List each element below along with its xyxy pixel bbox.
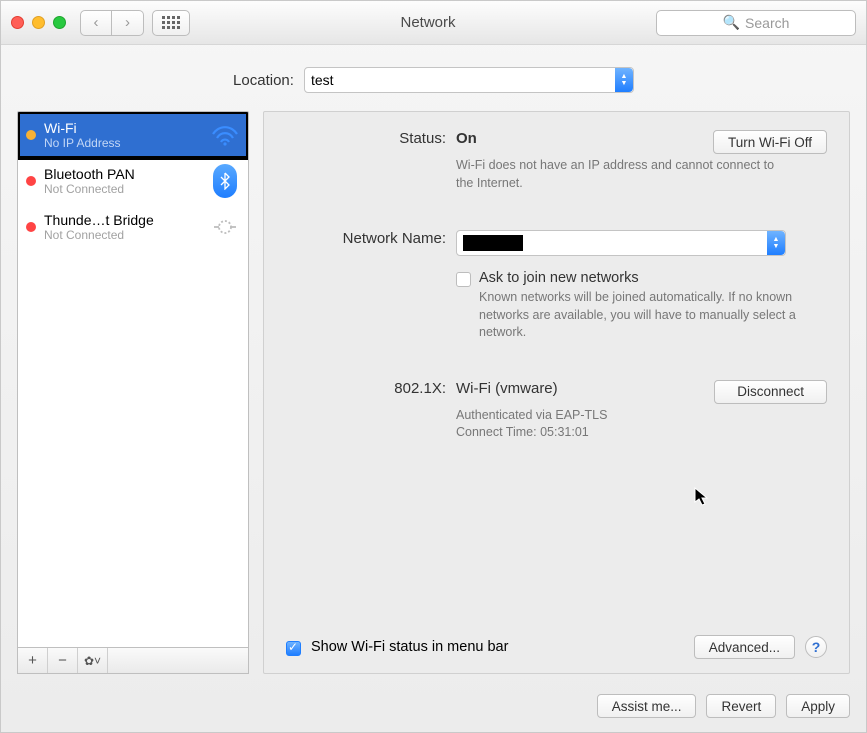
status-field: Status: On Turn Wi-Fi Off Wi-Fi does not… [286,130,827,192]
service-name: Bluetooth PAN [44,166,202,182]
close-window-button[interactable] [11,16,24,29]
service-bluetooth-pan[interactable]: Bluetooth PAN Not Connected [18,158,248,204]
network-preferences-window: ‹ › Network 🔍 Search Location: test ▲▼ [0,0,867,733]
search-input[interactable]: 🔍 Search [656,10,856,36]
service-status: No IP Address [44,136,202,150]
chevron-left-icon: ‹ [94,14,99,31]
back-button[interactable]: ‹ [80,10,112,36]
status-dot-orange [26,130,36,140]
window-controls [11,16,66,29]
status-dot-red [26,176,36,186]
remove-service-button[interactable]: − [48,648,78,673]
service-list: Wi-Fi No IP Address Bluetooth PAN Not Co… [17,111,249,648]
apply-button[interactable]: Apply [786,694,850,718]
network-name-redacted [463,235,523,251]
service-status: Not Connected [44,182,202,196]
advanced-button[interactable]: Advanced... [694,635,795,659]
dot1x-auth-text: Authenticated via EAP-TLS [456,407,776,425]
help-button[interactable]: ? [805,636,827,658]
ask-to-join-subtext: Known networks will be joined automatica… [479,289,799,342]
dot1x-label: 802.1X: [286,380,456,442]
revert-button[interactable]: Revert [706,694,776,718]
stepper-icon: ▲▼ [767,231,785,255]
body: Wi-Fi No IP Address Bluetooth PAN Not Co… [17,111,850,674]
bluetooth-icon [210,166,240,196]
location-select[interactable]: test ▲▼ [304,67,634,93]
disconnect-button[interactable]: Disconnect [714,380,827,404]
service-name: Wi-Fi [44,120,202,136]
add-service-button[interactable]: + [18,648,48,673]
status-label: Status: [286,130,456,192]
thunderbolt-icon [210,212,240,242]
wifi-toggle-button[interactable]: Turn Wi-Fi Off [713,130,827,154]
grid-icon [162,16,180,29]
content: Location: test ▲▼ Wi-Fi No IP Address [1,45,866,684]
minimize-window-button[interactable] [32,16,45,29]
ask-to-join-label: Ask to join new networks [479,270,639,286]
status-subtext: Wi-Fi does not have an IP address and ca… [456,157,776,192]
ask-to-join-row: Ask to join new networks Known networks … [456,270,827,342]
show-status-label: Show Wi-Fi status in menu bar [311,639,508,655]
location-value: test [311,72,334,88]
forward-button[interactable]: › [112,10,144,36]
network-name-label: Network Name: [286,230,456,342]
main-bottom-bar: Show Wi-Fi status in menu bar Advanced..… [286,635,827,659]
status-dot-red [26,222,36,232]
dot1x-time-text: Connect Time: 05:31:01 [456,424,776,442]
show-all-button[interactable] [152,10,190,36]
service-status: Not Connected [44,228,202,242]
titlebar: ‹ › Network 🔍 Search [1,1,866,45]
zoom-window-button[interactable] [53,16,66,29]
wifi-icon [210,120,240,150]
chevron-right-icon: › [125,14,130,31]
network-name-field: Network Name: ▲▼ Ask to join new network… [286,230,827,342]
cursor-icon [694,487,710,507]
status-value: On [456,130,477,147]
search-placeholder: Search [745,15,789,31]
network-name-select[interactable]: ▲▼ [456,230,786,256]
window-title: Network [200,14,656,31]
service-toolbar: + − ✿˅ [17,648,249,674]
search-icon: 🔍 [723,14,740,31]
show-status-checkbox[interactable] [286,641,301,656]
location-row: Location: test ▲▼ [17,67,850,93]
services-sidebar: Wi-Fi No IP Address Bluetooth PAN Not Co… [17,111,249,674]
nav-segment: ‹ › [80,10,144,36]
location-label: Location: [233,72,294,89]
main-panel: Status: On Turn Wi-Fi Off Wi-Fi does not… [263,111,850,674]
ask-to-join-checkbox[interactable] [456,272,471,287]
assist-me-button[interactable]: Assist me... [597,694,697,718]
service-wifi[interactable]: Wi-Fi No IP Address [18,112,248,158]
dot1x-value: Wi-Fi (vmware) [456,380,558,397]
dot1x-field: 802.1X: Wi-Fi (vmware) Disconnect Authen… [286,380,827,442]
service-name: Thunde…t Bridge [44,212,202,228]
service-actions-button[interactable]: ✿˅ [78,648,108,673]
stepper-icon: ▲▼ [615,68,633,92]
footer: Assist me... Revert Apply [1,684,866,732]
service-thunderbolt-bridge[interactable]: Thunde…t Bridge Not Connected [18,204,248,250]
